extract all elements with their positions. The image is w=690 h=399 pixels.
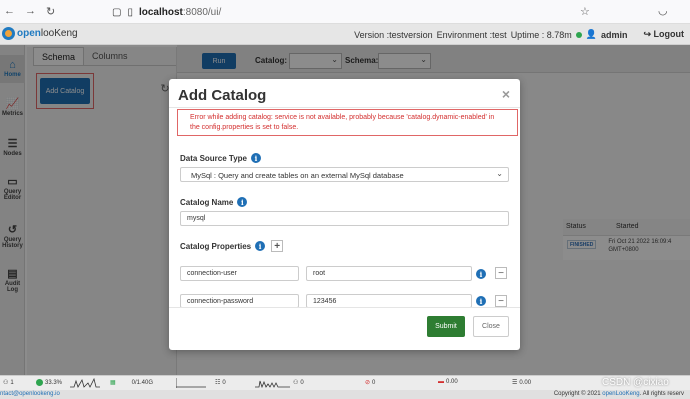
- cluster-status-bar: ⚇ 1 33.3% ▦ 0/1.40G ☷ 0 ⚇ 0 ⊘ 0 ▬ 0.00 ☰…: [0, 375, 690, 390]
- nodes-count: 1: [10, 379, 14, 386]
- memory-value: 0/1.40G: [131, 379, 154, 386]
- rate1-stat: ▬ 0.00: [438, 379, 458, 385]
- cpu-value: 33.3%: [45, 379, 63, 386]
- footer-divider: [169, 307, 520, 308]
- catalog-name-input[interactable]: mysql: [180, 211, 509, 226]
- reload-icon[interactable]: ↻: [46, 5, 55, 18]
- logout-label: Logout: [653, 29, 685, 39]
- catalog-name-label: Catalog Name i: [180, 197, 248, 207]
- nodes-icon: ⚇: [3, 380, 9, 386]
- shield-icon: ▯: [127, 6, 133, 18]
- queued-value: 0: [222, 379, 226, 386]
- property-value-input[interactable]: 123456: [306, 294, 472, 308]
- address-bar[interactable]: ▢ ▯ localhost:8080/ui/: [112, 3, 604, 21]
- logout-button[interactable]: ↪ Logout: [643, 29, 684, 40]
- user-icon: 👤: [585, 29, 597, 39]
- cpu-sparkline: [70, 378, 100, 388]
- list-icon: ☷: [215, 380, 221, 386]
- memory-icon: ▦: [110, 380, 116, 386]
- info-icon[interactable]: i: [476, 296, 486, 306]
- logo-text-rest: looKeng: [40, 28, 78, 39]
- info-icon[interactable]: i: [250, 153, 261, 163]
- browser-extras: ◡: [658, 4, 668, 17]
- queued-stat: ☷ 0: [215, 379, 226, 387]
- pocket-icon[interactable]: ◡: [658, 4, 668, 17]
- rate1-value: 0.00: [446, 379, 458, 385]
- copyright: Copyright © 2021 openLooKeng. All rights…: [554, 391, 684, 397]
- browser-nav: ← → ↻: [4, 5, 55, 18]
- queued-sparkline: [255, 380, 290, 388]
- error-message: Error while adding catalog: service is n…: [177, 109, 518, 136]
- copyright-prefix: Copyright © 2021: [553, 391, 603, 397]
- data-source-label-text: Data Source Type: [180, 153, 247, 163]
- blocked-value: 0: [372, 379, 376, 386]
- copyright-suffix: . All rights reserv: [639, 391, 684, 397]
- cpu-stat: 33.3%: [36, 379, 62, 386]
- app-header: openlooKeng Version :testversion Environ…: [0, 24, 690, 45]
- add-property-button[interactable]: +: [271, 240, 284, 252]
- catalog-name-label-text: Catalog Name: [180, 197, 234, 207]
- back-icon[interactable]: ←: [4, 5, 15, 18]
- openlookeng-logo[interactable]: openlooKeng: [2, 27, 78, 40]
- info-icon[interactable]: i: [237, 197, 248, 207]
- remove-property-button[interactable]: −: [495, 267, 507, 279]
- running-stat: ⚇ 0: [293, 379, 304, 387]
- running-value: 0: [300, 379, 304, 386]
- list-icon: ☰: [512, 380, 518, 386]
- chevron-down-icon: ⌄: [496, 169, 503, 178]
- contact-link[interactable]: ntact@openlookeng.io: [0, 391, 60, 397]
- watermark-text: CSDN @cixiao: [602, 377, 669, 388]
- bookmark-star-icon[interactable]: ☆: [580, 5, 590, 18]
- rate2-stat: ☰ 0.00: [512, 379, 532, 387]
- status-dot-icon: [575, 31, 582, 38]
- drive-icon: ▬: [438, 379, 444, 385]
- catalog-properties-label-text: Catalog Properties: [180, 241, 252, 251]
- property-value-input[interactable]: root: [306, 266, 472, 281]
- user-name[interactable]: admin: [601, 30, 628, 40]
- cpu-icon: [36, 379, 43, 386]
- version-text: Version :testversion: [354, 29, 433, 40]
- close-icon[interactable]: ×: [502, 86, 510, 102]
- data-source-select[interactable]: MySql : Query and create tables on an ex…: [180, 167, 509, 182]
- rate2-value: 0.00: [519, 379, 532, 386]
- info-icon[interactable]: i: [476, 269, 486, 279]
- blocked-stat: ⊘ 0: [365, 379, 376, 387]
- nodes-stat: ⚇ 1: [3, 379, 14, 387]
- browser-toolbar: ← → ↻ ▢ ▯ localhost:8080/ui/ ☆ ◡: [0, 0, 690, 24]
- remove-property-button[interactable]: −: [495, 295, 507, 307]
- catalog-properties-label: Catalog Properties i +: [180, 240, 284, 252]
- uptime-text: Uptime : 8.78m: [510, 29, 572, 40]
- header-info: Version :testversion Environment :test U…: [354, 29, 684, 40]
- copyright-brand-link[interactable]: openLooKeng: [602, 391, 639, 397]
- page-footer: ntact@openlookeng.io Copyright © 2021 op…: [0, 390, 690, 399]
- close-button[interactable]: Close: [473, 316, 509, 337]
- page-icon: ▢: [112, 6, 122, 18]
- title-divider: [169, 107, 520, 108]
- info-icon[interactable]: i: [255, 241, 266, 251]
- property-key-input[interactable]: connection-password: [180, 294, 299, 308]
- url-host: localhost: [138, 6, 183, 18]
- dialog-title: Add Catalog: [178, 87, 267, 104]
- data-source-value: MySql : Query and create tables on an ex…: [191, 171, 404, 180]
- property-key-input[interactable]: connection-user: [180, 266, 299, 281]
- add-catalog-dialog: Add Catalog × Error while adding catalog…: [169, 79, 520, 350]
- data-source-label: Data Source Type i: [180, 153, 261, 163]
- users-icon: ⚇: [293, 380, 299, 386]
- logo-mark-icon: [2, 27, 15, 40]
- logo-text-open: open: [17, 28, 41, 39]
- forward-icon[interactable]: →: [25, 5, 36, 18]
- submit-button[interactable]: Submit: [427, 316, 465, 337]
- blocked-icon: ⊘: [365, 380, 371, 386]
- memory-stat: ▦ 0/1.40G: [110, 379, 154, 387]
- environment-text: Environment :test: [436, 29, 507, 40]
- url-path: :8080/ui/: [182, 6, 222, 18]
- memory-sparkline: [176, 378, 206, 388]
